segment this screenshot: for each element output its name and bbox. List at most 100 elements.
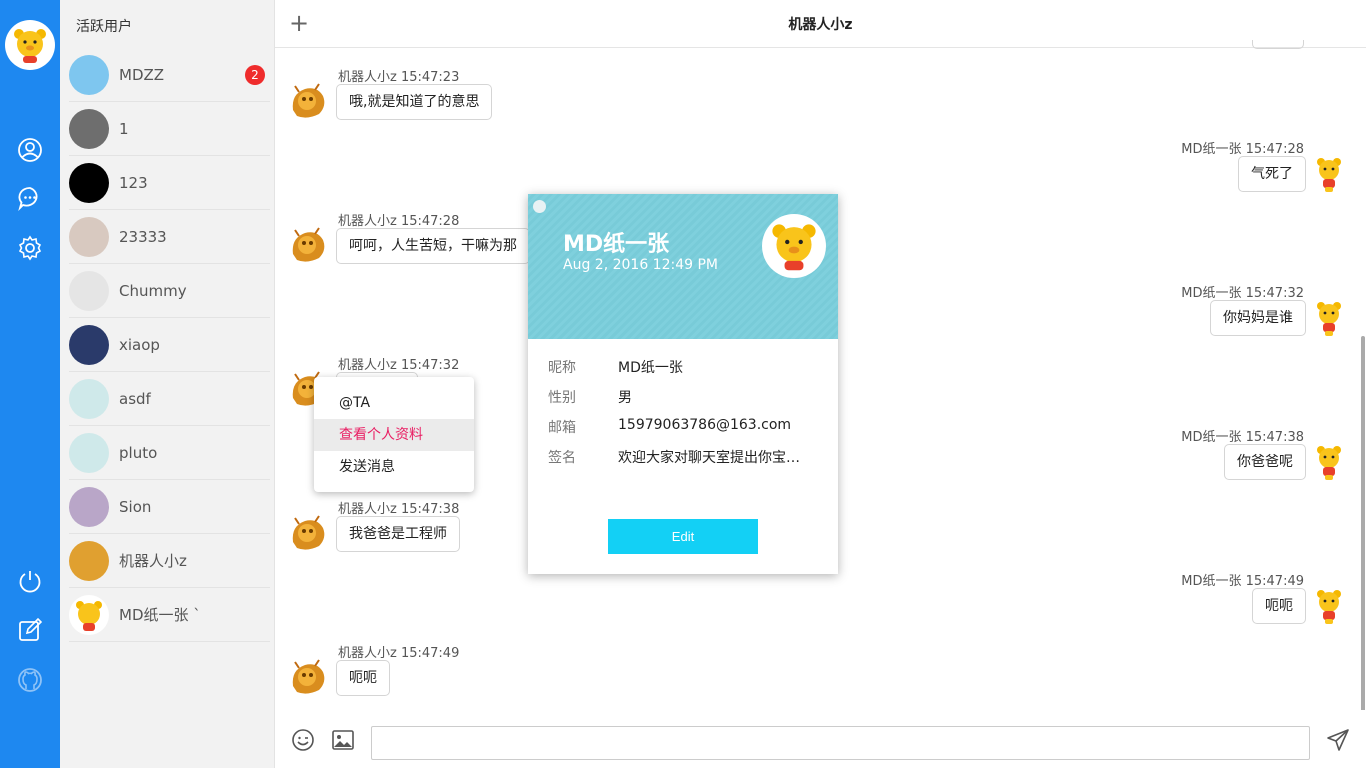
- user-avatar: [69, 594, 109, 635]
- field-label: 性别: [548, 390, 576, 406]
- robot-avatar[interactable]: [287, 656, 329, 698]
- edit-button[interactable]: Edit: [608, 519, 758, 554]
- sidebar-header: 活跃用户: [76, 19, 132, 35]
- left-rail: [0, 0, 60, 768]
- user-name: MDZZ: [119, 65, 165, 84]
- user-row-123[interactable]: 123: [69, 156, 270, 210]
- message-bubble: 呃呃: [336, 660, 390, 696]
- chat-header: + 机器人小z: [275, 0, 1366, 48]
- bear-avatar-icon[interactable]: [1308, 296, 1350, 338]
- message-bubble: 气死了: [1238, 156, 1306, 192]
- message-meta: MD纸一张 15:47:38: [1181, 430, 1304, 445]
- profile-date: Aug 2, 2016 12:49 PM: [563, 257, 718, 273]
- message-input[interactable]: [371, 726, 1310, 760]
- github-icon[interactable]: [17, 667, 43, 693]
- user-name: MD纸一张 `: [119, 606, 201, 624]
- context-menu: @TA 查看个人资料 发送消息: [314, 377, 474, 492]
- profile-card: MD纸一张 Aug 2, 2016 12:49 PM 昵称 MD纸一张 性别 男…: [528, 194, 838, 574]
- field-value: 欢迎大家对聊天室提出你宝…: [618, 450, 800, 466]
- user-row-pluto[interactable]: pluto: [69, 426, 270, 480]
- user-row-asdf[interactable]: asdf: [69, 372, 270, 426]
- current-user-avatar[interactable]: [5, 20, 55, 70]
- robot-avatar[interactable]: [287, 512, 329, 554]
- user-avatar: [69, 54, 109, 95]
- bear-avatar-icon[interactable]: [1308, 440, 1350, 482]
- unread-badge: 2: [245, 65, 265, 85]
- message-meta: 机器人小z 15:47:49: [338, 646, 460, 661]
- user-avatar: [69, 432, 109, 473]
- user-row-chummy[interactable]: Chummy: [69, 264, 270, 318]
- image-icon[interactable]: [331, 728, 355, 752]
- field-signature: 签名 欢迎大家对聊天室提出你宝…: [548, 447, 818, 477]
- user-name: asdf: [119, 389, 151, 408]
- message-bubble: 呃呃: [1252, 588, 1306, 624]
- message-meta: 机器人小z 15:47:38: [338, 502, 460, 517]
- field-email: 邮箱 15979063786@163.com: [548, 417, 818, 447]
- message-meta: MD纸一张 15:47:28: [1181, 142, 1304, 157]
- bear-avatar-icon: [772, 224, 816, 271]
- user-avatar: [69, 162, 109, 203]
- bear-avatar-icon[interactable]: [1308, 584, 1350, 626]
- message-bubble: 我爸爸是工程师: [336, 516, 460, 552]
- user-avatar: [69, 216, 109, 257]
- user-avatar: [69, 378, 109, 419]
- message-meta: MD纸一张 15:47:32: [1181, 286, 1304, 301]
- chat-icon[interactable]: [17, 185, 43, 211]
- message-meta: 机器人小z 15:47:32: [338, 358, 460, 373]
- bear-avatar-icon: [76, 600, 102, 631]
- user-avatar: [69, 486, 109, 527]
- user-list: MDZZ 2 1 123 23333 Chummy xiaop asdf plu…: [60, 48, 274, 642]
- robot-avatar[interactable]: [287, 224, 329, 266]
- user-avatar: [69, 108, 109, 149]
- message-bubble: 呵呵，人生苦短，干嘛为那: [336, 228, 530, 264]
- power-icon[interactable]: [17, 568, 43, 594]
- user-name: 1: [119, 119, 129, 138]
- menu-item-at[interactable]: @TA: [314, 387, 474, 419]
- close-dot-icon[interactable]: [533, 200, 546, 213]
- user-row-23333[interactable]: 23333: [69, 210, 270, 264]
- settings-icon[interactable]: [17, 235, 43, 261]
- message-bubble: 你爸爸呢: [1224, 444, 1306, 480]
- user-name: 机器人小z: [119, 552, 187, 570]
- field-value: 男: [618, 390, 632, 406]
- chat-title: 机器人小z: [788, 17, 853, 33]
- message-meta: MD纸一张 15:47:49: [1181, 574, 1304, 589]
- field-value: 15979063786@163.com: [618, 417, 792, 433]
- profile-fields: 昵称 MD纸一张 性别 男 邮箱 15979063786@163.com 签名 …: [548, 357, 818, 477]
- field-value: MD纸一张: [618, 360, 683, 376]
- message-bubble: 哦,就是知道了的意思: [336, 84, 493, 120]
- message-meta: 机器人小z 15:47:23: [338, 70, 460, 85]
- user-name: xiaop: [119, 335, 160, 354]
- user-row-1[interactable]: 1: [69, 102, 270, 156]
- bear-avatar-icon: [14, 29, 46, 63]
- field-label: 签名: [548, 450, 576, 466]
- user-row-robot[interactable]: 机器人小z: [69, 534, 270, 588]
- active-users-sidebar: 活跃用户 MDZZ 2 1 123 23333 Chummy xiaop asd…: [60, 0, 275, 768]
- field-gender: 性别 男: [548, 387, 818, 417]
- menu-item-view-profile[interactable]: 查看个人资料: [314, 419, 474, 451]
- input-bar: [275, 710, 1366, 768]
- partial-bubble: [1252, 40, 1304, 49]
- profile-card-header: MD纸一张 Aug 2, 2016 12:49 PM: [528, 194, 838, 339]
- user-row-mdzz[interactable]: MDZZ 2: [69, 48, 270, 102]
- emoji-icon[interactable]: [291, 728, 315, 752]
- send-icon[interactable]: [1326, 728, 1350, 752]
- edit-icon[interactable]: [17, 617, 43, 643]
- user-name: Sion: [119, 497, 152, 516]
- user-name: pluto: [119, 443, 158, 462]
- profile-name: MD纸一张: [563, 232, 670, 257]
- scrollbar[interactable]: [1361, 336, 1365, 716]
- message-bubble: 你妈妈是谁: [1210, 300, 1306, 336]
- user-row-md[interactable]: MD纸一张 `: [69, 588, 270, 642]
- user-row-sion[interactable]: Sion: [69, 480, 270, 534]
- profile-avatar: [762, 214, 826, 278]
- user-row-xiaop[interactable]: xiaop: [69, 318, 270, 372]
- user-name: 123: [119, 173, 148, 192]
- menu-item-send-message[interactable]: 发送消息: [314, 451, 474, 483]
- robot-avatar[interactable]: [287, 80, 329, 122]
- user-avatar: [69, 270, 109, 311]
- message-meta: 机器人小z 15:47:28: [338, 214, 460, 229]
- bear-avatar-icon[interactable]: [1308, 152, 1350, 194]
- profile-icon[interactable]: [17, 137, 43, 163]
- user-name: Chummy: [119, 281, 187, 300]
